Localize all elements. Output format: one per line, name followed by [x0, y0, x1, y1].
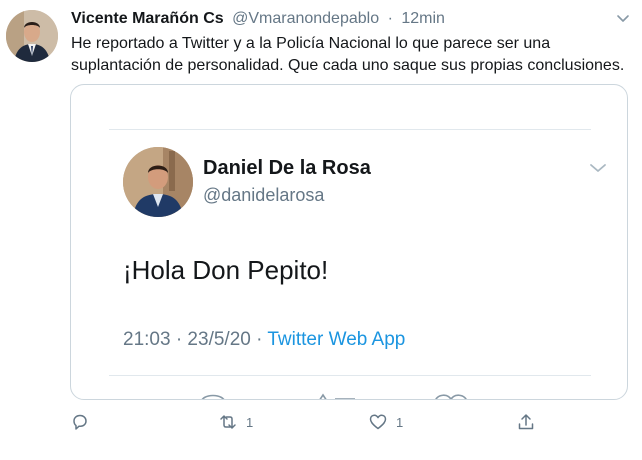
quoted-author-name: Daniel De la Rosa	[203, 157, 371, 179]
author-avatar[interactable]	[6, 10, 58, 62]
quoted-author-avatar	[123, 147, 193, 217]
like-button[interactable]: 1	[368, 410, 403, 434]
cropped-text-fragment	[241, 84, 461, 89]
heart-icon	[369, 414, 387, 430]
author-handle[interactable]: @Vmaranondepablo	[232, 10, 379, 27]
chevron-down-icon	[590, 164, 606, 172]
divider	[109, 375, 591, 376]
retweet-count: 1	[246, 414, 254, 430]
retweet-icon	[220, 415, 236, 429]
quoted-timestamp: 21:03 · 23/5/20 ·	[123, 329, 263, 350]
tweet-text: He reportado a Twitter y a la Policía Na…	[71, 35, 625, 74]
cropped-action-icons	[201, 393, 467, 399]
tweet-header: Vicente Marañón Cs @Vmaranondepablo · 12…	[71, 9, 445, 29]
screenshot-content: Daniel De la Rosa @danidelarosa ¡Hola Do…	[71, 84, 627, 399]
divider	[109, 129, 591, 130]
share-button[interactable]	[516, 410, 536, 434]
embedded-screenshot[interactable]: Daniel De la Rosa @danidelarosa ¡Hola Do…	[70, 84, 628, 400]
share-icon	[518, 414, 534, 430]
author-name[interactable]: Vicente Marañón Cs	[71, 10, 224, 27]
retweet-button[interactable]: 1	[218, 410, 253, 434]
like-count: 1	[396, 414, 404, 430]
quoted-author-handle: @danidelarosa	[203, 185, 325, 205]
tweet-actions: 1 1	[70, 410, 630, 436]
reply-button[interactable]	[70, 410, 90, 434]
tweet-time[interactable]: 12min	[401, 10, 445, 27]
tweet[interactable]: Vicente Marañón Cs @Vmaranondepablo · 12…	[0, 0, 642, 460]
quoted-tweet-meta: 21:03 · 23/5/20 · Twitter Web App	[123, 329, 405, 351]
quoted-source: Twitter Web App	[267, 329, 406, 350]
header-separator: ·	[387, 10, 393, 27]
reply-icon	[73, 414, 87, 430]
quoted-tweet-text: ¡Hola Don Pepito!	[123, 255, 329, 285]
chevron-down-icon[interactable]	[616, 12, 630, 26]
